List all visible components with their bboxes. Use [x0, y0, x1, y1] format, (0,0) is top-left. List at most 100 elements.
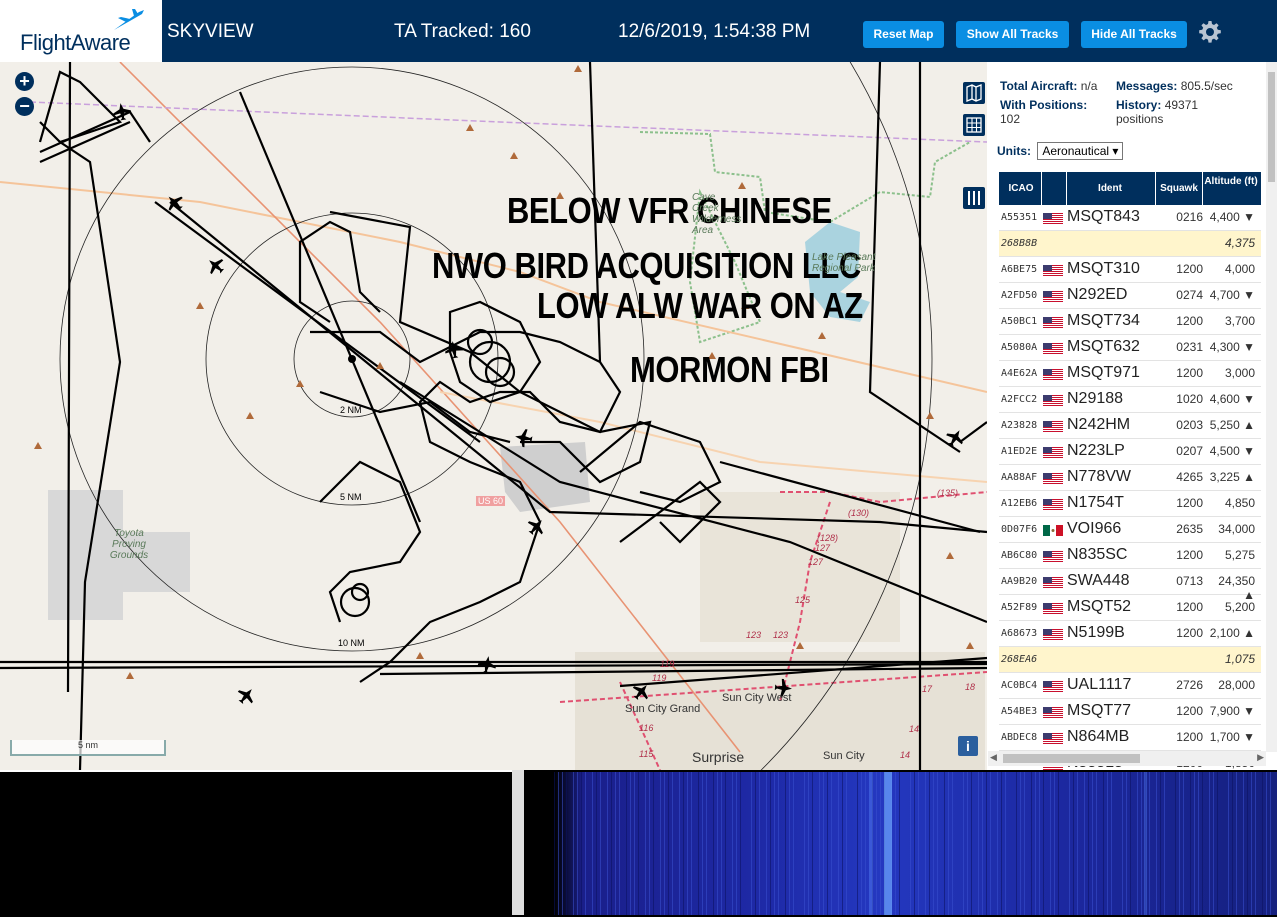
row-altitude: 28,000 — [1218, 678, 1255, 692]
show-all-tracks-button[interactable]: Show All Tracks — [956, 21, 1069, 48]
table-row[interactable]: A68673 N5199B 1200 2,100 ▲ — [999, 621, 1261, 647]
us-flag-icon — [1043, 291, 1063, 302]
table-row[interactable]: A2FD50 N292ED 0274 4,700 ▼ — [999, 283, 1261, 309]
row-icao: AB6C80 — [1001, 550, 1038, 561]
table-row[interactable]: 268B8B 4,375 — [999, 231, 1261, 257]
scroll-right-icon[interactable]: ▶ — [1257, 752, 1264, 763]
zoom-in-button[interactable]: + — [15, 72, 34, 91]
row-ident: UAL1117 — [1067, 676, 1132, 693]
table-header: ICAO Ident Squawk Altitude (ft) — [999, 172, 1261, 205]
units-value: Aeronautical — [1042, 144, 1110, 158]
route-123b: 123 — [773, 630, 789, 640]
table-row[interactable]: AB6C80 N835SC 1200 5,275 — [999, 543, 1261, 569]
horizontal-scrollbar[interactable]: ◀ ▶ — [988, 751, 1266, 766]
col-icao[interactable]: ICAO — [1001, 183, 1041, 194]
scroll-left-icon[interactable]: ◀ — [990, 752, 997, 763]
grid-icon[interactable] — [963, 114, 985, 136]
table-row[interactable]: A12EB6 N1754T 1200 4,850 — [999, 491, 1261, 517]
row-icao: A50BC1 — [1001, 316, 1038, 327]
table-row[interactable]: A4E62A MSQT971 1200 3,000 — [999, 361, 1261, 387]
col-ident[interactable]: Ident — [1067, 183, 1153, 194]
table-row[interactable]: 268EA6 1,075 — [999, 647, 1261, 673]
table-row[interactable]: A50BC1 MSQT734 1200 3,700 — [999, 309, 1261, 335]
overlay-text-4: MORMON FBI — [630, 349, 829, 390]
columns-icon[interactable] — [963, 187, 985, 209]
row-icao: A52F89 — [1001, 602, 1038, 613]
row-icao: ABDEC8 — [1001, 732, 1038, 743]
table-row[interactable]: AA9B20 SWA448 0713 24,350 ▲ — [999, 569, 1261, 602]
route-135: (135) — [937, 488, 959, 498]
us-flag-icon — [1043, 577, 1063, 588]
row-altitude: 5,250 ▲ — [1209, 418, 1255, 432]
gear-icon[interactable] — [1198, 20, 1222, 44]
place-toyota: Toyota Proving Grounds — [109, 528, 149, 561]
table-row[interactable]: A2FCC2 N29188 1020 4,600 ▼ — [999, 387, 1261, 413]
table-row[interactable]: A54BE3 MSQT77 1200 7,900 ▼ — [999, 699, 1261, 725]
aircraft-sidebar: Total Aircraft: n/a Messages: 805.5/sec … — [987, 62, 1277, 770]
table-row[interactable]: A1ED2E N223LP 0207 4,500 ▼ — [999, 439, 1261, 465]
vertical-scrollbar[interactable] — [1266, 62, 1277, 752]
us-flag-icon — [1043, 317, 1063, 328]
total-aircraft: Total Aircraft: n/a — [1000, 79, 1097, 93]
col-altitude[interactable]: Altitude (ft) — [1203, 176, 1259, 187]
table-row[interactable]: A5080A MSQT632 0231 4,300 ▼ — [999, 335, 1261, 361]
table-row[interactable]: AC0BC4 UAL1117 2726 28,000 — [999, 673, 1261, 699]
table-row[interactable]: ABDEC8 N864MB 1200 1,700 ▼ — [999, 725, 1261, 751]
route-125: 125 — [795, 595, 811, 605]
row-squawk: 0713 — [1176, 574, 1203, 588]
route-18: 18 — [965, 682, 976, 692]
us-flag-icon — [1043, 447, 1063, 458]
row-squawk: 2726 — [1176, 678, 1203, 692]
route-116: 116 — [639, 723, 654, 733]
flightaware-logo[interactable]: FlightAware — [0, 0, 162, 62]
row-squawk: 1200 — [1176, 548, 1203, 562]
table-row[interactable]: A52F89 MSQT52 1200 5,200 — [999, 595, 1261, 621]
mexico-flag-icon — [1043, 525, 1063, 536]
info-icon[interactable]: i — [958, 736, 978, 756]
col-squawk[interactable]: Squawk — [1155, 172, 1203, 205]
us-flag-icon — [1043, 603, 1063, 614]
table-row[interactable]: A23828 N242HM 0203 5,250 ▲ — [999, 413, 1261, 439]
row-ident: N835SC — [1067, 546, 1128, 563]
vertical-scroll-thumb[interactable] — [1268, 72, 1275, 182]
table-row[interactable]: A6BE75 MSQT310 1200 4,000 — [999, 257, 1261, 283]
table-row[interactable]: AA88AF N778VW 4265 3,225 ▲ — [999, 465, 1261, 491]
reset-map-button[interactable]: Reset Map — [863, 21, 944, 48]
row-squawk: 0207 — [1176, 444, 1203, 458]
route-119a: 119 — [660, 659, 675, 669]
horizontal-scroll-thumb[interactable] — [1003, 754, 1140, 763]
row-altitude: 3,225 ▲ — [1209, 470, 1255, 484]
route-14b: 14 — [900, 750, 911, 760]
with-positions: With Positions: 102 — [1000, 98, 1110, 126]
map-view[interactable]: + − BELOW VFR CHINESE NWO BIRD ACQUISITI… — [0, 62, 987, 770]
top-header: FlightAware SKYVIEW TA Tracked: 160 12/6… — [0, 0, 1277, 62]
place-sun-city: Sun City — [823, 750, 865, 762]
video-panel — [0, 770, 512, 917]
zoom-out-button[interactable]: − — [15, 97, 34, 116]
aircraft-markers — [34, 65, 974, 705]
row-icao: 268B8B — [1001, 238, 1038, 249]
col-flag[interactable] — [1041, 172, 1067, 205]
row-icao: 0D07F6 — [1001, 524, 1038, 535]
spectrum-waterfall — [524, 772, 1277, 915]
table-row[interactable]: 0D07F6 VOI966 2635 34,000 — [999, 517, 1261, 543]
map-layer-icon[interactable] — [963, 82, 985, 104]
panel-divider[interactable] — [512, 770, 524, 915]
table-row[interactable]: A55351 MSQT843 0216 4,400 ▼ — [999, 205, 1261, 231]
us-flag-icon — [1043, 629, 1063, 640]
us-flag-icon — [1043, 473, 1063, 484]
place-cave-creek: Cave Creek Wilderness Area — [692, 192, 742, 236]
units-select[interactable]: Aeronautical ▾ — [1037, 142, 1124, 160]
route-us60: US 60 — [476, 496, 506, 506]
row-icao: A2FCC2 — [1001, 394, 1038, 405]
row-ident: SWA448 — [1067, 572, 1130, 589]
history-label: History: — [1116, 98, 1162, 112]
row-ident: N242HM — [1067, 416, 1131, 433]
row-squawk: 2635 — [1176, 522, 1203, 536]
row-ident: N223LP — [1067, 442, 1125, 459]
row-altitude: 2,100 ▲ — [1209, 626, 1255, 640]
row-ident: N1754T — [1067, 494, 1124, 511]
us-flag-icon — [1043, 395, 1063, 406]
hide-all-tracks-button[interactable]: Hide All Tracks — [1081, 21, 1187, 48]
route-123a: 123 — [746, 630, 762, 640]
